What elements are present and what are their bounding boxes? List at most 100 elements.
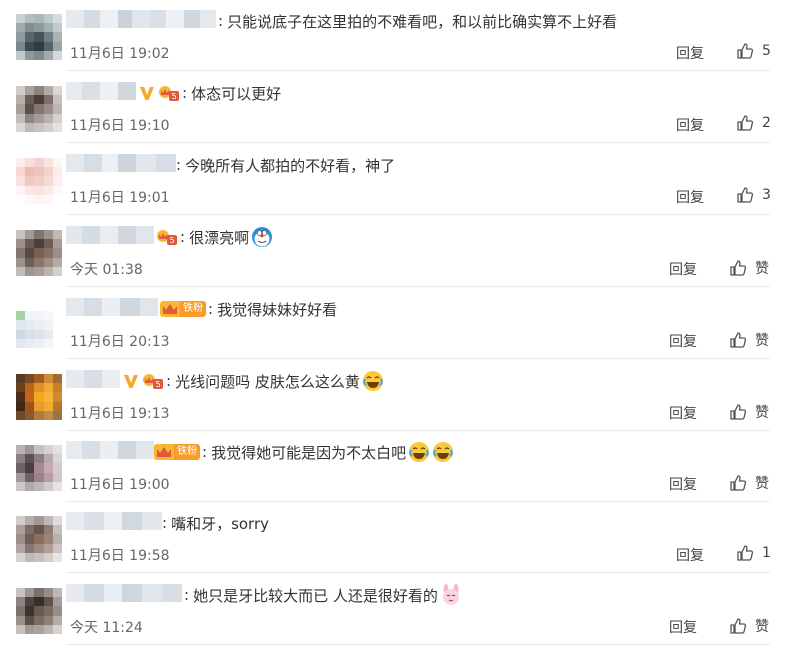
- like-count: 1: [762, 545, 771, 561]
- laugh-cry-emoji-icon: [362, 371, 383, 391]
- reply-button[interactable]: 回复: [669, 259, 697, 279]
- comment-text: 我觉得妹妹好好看: [217, 300, 338, 319]
- comment-text-line: 5 : 光线问题吗 皮肤怎么这么黄: [122, 370, 384, 392]
- username-blurred[interactable]: [66, 298, 158, 316]
- username-blurred[interactable]: [66, 370, 120, 388]
- fan-badge-label: 铁粉: [180, 301, 206, 317]
- iron-fan-badge: 铁粉: [160, 301, 206, 317]
- thumbs-up-icon: [737, 545, 754, 561]
- like-button[interactable]: 2: [736, 114, 771, 132]
- comment-text: 光线问题吗 皮肤怎么这么黄: [175, 372, 360, 391]
- colon: :: [166, 372, 172, 390]
- comment-text-line: 铁粉 : 我觉得妹妹好好看: [160, 298, 337, 320]
- avatar[interactable]: [16, 86, 62, 132]
- fan-level-badge-icon: 5: [143, 374, 163, 389]
- comment-text-line: : 今晚所有人都拍的不好看，神了: [176, 154, 395, 176]
- comment-row: : 只能说底子在这里拍的不难看吧，和以前比确实算不上好看 11月6日 19:02…: [0, 0, 792, 71]
- fan-level-badge-icon: 5: [159, 86, 179, 101]
- thumbs-up-icon: [730, 618, 747, 634]
- like-button[interactable]: 赞: [729, 616, 769, 636]
- svg-text:5: 5: [169, 236, 174, 245]
- comment-row: 铁粉 : 我觉得她可能是因为不太白吧 11月6日 19:00 回复 赞: [0, 431, 792, 502]
- like-count: 赞: [755, 476, 769, 492]
- avatar[interactable]: [16, 516, 62, 562]
- comment-list: : 只能说底子在这里拍的不难看吧，和以前比确实算不上好看 11月6日 19:02…: [0, 0, 792, 653]
- colon: :: [176, 156, 182, 174]
- comment-row: 5 : 很漂亮啊 今天 01:38 回复 赞: [0, 216, 792, 287]
- comment-row: 铁粉 : 我觉得妹妹好好看 11月6日 20:13 回复 赞: [0, 288, 792, 359]
- comment-text-line: : 嘴和牙，sorry: [162, 512, 269, 534]
- reply-button[interactable]: 回复: [676, 545, 704, 565]
- divider: [66, 70, 770, 71]
- colon: :: [162, 514, 168, 532]
- comment-text: 我觉得她可能是因为不太白吧: [211, 443, 407, 462]
- reply-button[interactable]: 回复: [669, 474, 697, 494]
- vip-v-icon: [124, 375, 138, 388]
- laugh-cry-emoji-icon: [433, 442, 454, 462]
- colon: :: [208, 300, 214, 318]
- like-count: 赞: [755, 261, 769, 277]
- reply-button[interactable]: 回复: [669, 403, 697, 423]
- comment-time: 今天 01:38: [70, 262, 143, 278]
- colon: :: [180, 228, 186, 246]
- avatar[interactable]: [16, 14, 62, 60]
- like-count: 3: [762, 187, 771, 203]
- comment-time: 11月6日 19:13: [70, 406, 170, 422]
- like-count: 5: [762, 43, 771, 59]
- like-button[interactable]: 赞: [729, 258, 769, 278]
- laugh-cry-emoji-icon: [409, 442, 430, 462]
- comment-time: 11月6日 19:01: [70, 190, 170, 206]
- username-blurred[interactable]: [66, 584, 182, 602]
- like-button[interactable]: 1: [736, 544, 771, 562]
- comment-row: 5 : 体态可以更好 11月6日 19:10 回复 2: [0, 72, 792, 143]
- avatar[interactable]: [16, 374, 62, 420]
- reply-button[interactable]: 回复: [676, 43, 704, 63]
- like-button[interactable]: 赞: [729, 330, 769, 350]
- comment-time: 11月6日 19:02: [70, 46, 170, 62]
- reply-button[interactable]: 回复: [669, 331, 697, 351]
- divider: [66, 572, 770, 573]
- username-blurred[interactable]: [66, 82, 136, 100]
- divider: [66, 214, 770, 215]
- comment-text-line: 5 : 体态可以更好: [138, 82, 281, 104]
- fan-badge-label: 铁粉: [174, 444, 200, 460]
- username-blurred[interactable]: [66, 441, 154, 459]
- like-button[interactable]: 3: [736, 186, 771, 204]
- thumbs-up-icon: [737, 43, 754, 59]
- avatar[interactable]: [16, 445, 62, 491]
- comment-text: 今晚所有人都拍的不好看，神了: [185, 156, 396, 175]
- avatar[interactable]: [16, 230, 62, 276]
- thumbs-up-icon: [737, 187, 754, 203]
- like-button[interactable]: 赞: [729, 473, 769, 493]
- comment-row: : 她只是牙比较大而已 人还是很好看的 今天 11:24 回复 赞: [0, 574, 792, 645]
- like-button[interactable]: 赞: [729, 402, 769, 422]
- comment-text: 只能说底子在这里拍的不难看吧，和以前比确实算不上好看: [227, 12, 618, 31]
- avatar[interactable]: [16, 588, 62, 634]
- doraemon-emoji-icon: [252, 227, 273, 247]
- comment-text: 嘴和牙，sorry: [171, 514, 270, 533]
- username-blurred[interactable]: [66, 226, 154, 244]
- thumbs-up-icon: [737, 115, 754, 131]
- like-button[interactable]: 5: [736, 42, 771, 60]
- reply-button[interactable]: 回复: [676, 187, 704, 207]
- comment-text-line: 铁粉 : 我觉得她可能是因为不太白吧: [154, 441, 454, 463]
- fan-level-badge-icon: 5: [157, 230, 177, 245]
- avatar[interactable]: [16, 158, 62, 204]
- username-blurred[interactable]: [66, 10, 216, 28]
- reply-button[interactable]: 回复: [669, 617, 697, 637]
- like-count: 赞: [755, 333, 769, 349]
- comment-time: 11月6日 19:00: [70, 477, 170, 493]
- username-blurred[interactable]: [66, 512, 162, 530]
- colon: :: [182, 84, 188, 102]
- comment-time: 11月6日 19:10: [70, 118, 170, 134]
- reply-button[interactable]: 回复: [676, 115, 704, 135]
- colon: :: [184, 586, 190, 604]
- comment-text: 体态可以更好: [191, 84, 282, 103]
- divider: [66, 286, 770, 287]
- username-blurred[interactable]: [66, 154, 176, 172]
- svg-text:5: 5: [171, 92, 176, 101]
- comment-time: 今天 11:24: [70, 620, 143, 636]
- colon: :: [202, 443, 208, 461]
- avatar[interactable]: [16, 302, 62, 348]
- iron-fan-badge: 铁粉: [154, 444, 200, 460]
